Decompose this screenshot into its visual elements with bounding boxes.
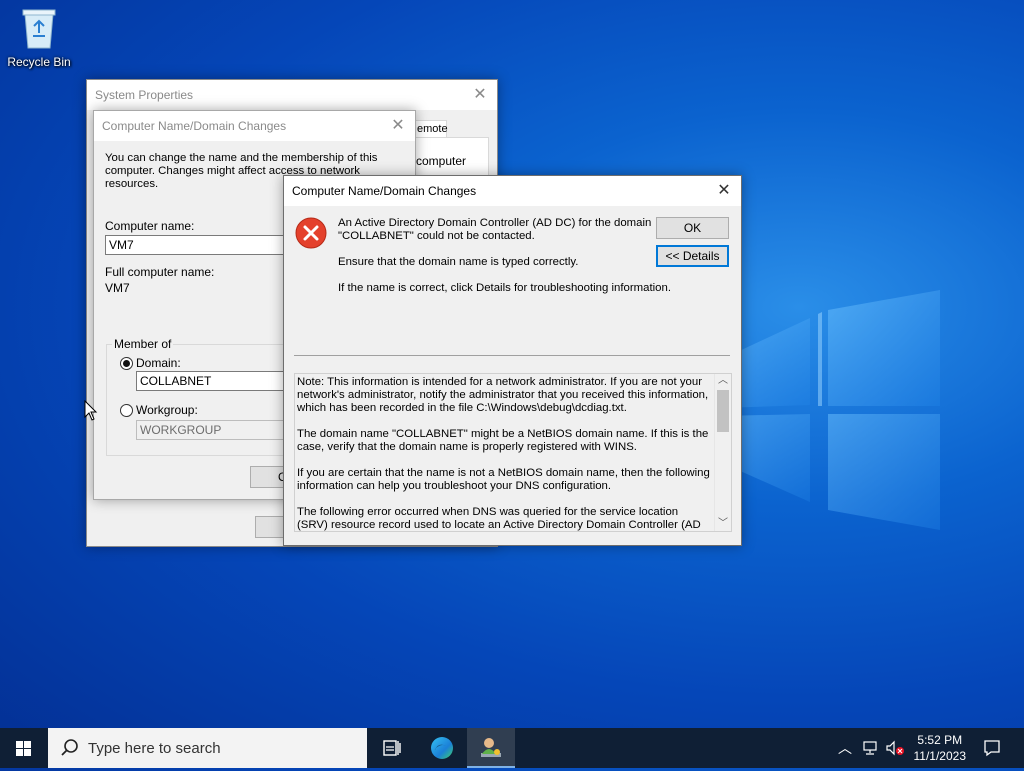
error-icon (295, 217, 327, 249)
notification-center-icon[interactable] (982, 738, 1002, 758)
system-properties-title: System Properties (95, 88, 194, 102)
system-properties-close-icon[interactable]: ✕ (469, 84, 491, 106)
system-properties-titlebar[interactable]: System Properties ✕ (87, 80, 497, 110)
workgroup-label: Workgroup: (136, 403, 198, 417)
tab-remote-label: emote (417, 123, 448, 135)
mouse-cursor-icon (84, 400, 98, 421)
details-toggle-button[interactable]: << Details (656, 245, 729, 267)
recycle-bin-label: Recycle Bin (7, 55, 71, 69)
domain-radio[interactable] (120, 357, 133, 370)
computer-name-input[interactable]: VM7 (105, 235, 290, 255)
workgroup-input: WORKGROUP (136, 420, 286, 440)
ok-button-label: OK (683, 221, 702, 235)
windows-start-icon (16, 741, 31, 756)
error-message-line2: "COLLABNET" could not be contacted. (338, 230, 535, 242)
details-paragraph: The following error occurred when DNS wa… (297, 506, 701, 531)
error-dialog-title: Computer Name/Domain Changes (292, 184, 477, 198)
clock-date: 11/1/2023 (913, 749, 967, 763)
member-of-label: Member of (112, 337, 174, 351)
task-view-button[interactable] (368, 728, 416, 768)
recycle-bin-icon (22, 9, 56, 49)
tab-remote[interactable]: emote (415, 120, 448, 138)
name-changes-titlebar[interactable]: Computer Name/Domain Changes ✕ (94, 111, 415, 141)
tab-content-area: computer (415, 137, 489, 177)
details-paragraph: If you are certain that the name is not … (297, 467, 710, 492)
error-message-line1: An Active Directory Domain Controller (A… (338, 217, 652, 229)
volume-muted-icon[interactable] (885, 739, 905, 757)
taskbar: Type here to search ︿ 5:52 PM 11/1/2023 (0, 728, 1024, 768)
recycle-bin-desktop-icon[interactable]: Recycle Bin (4, 6, 74, 69)
taskbar-search-box[interactable]: Type here to search (48, 728, 367, 768)
scrollbar-thumb[interactable] (717, 390, 729, 432)
details-text-area[interactable]: Note: This information is intended for a… (294, 373, 732, 532)
edge-taskbar-button[interactable] (418, 728, 466, 768)
tab-content-partial-text: computer (416, 154, 467, 168)
error-message-details: If the name is correct, click Details fo… (338, 282, 672, 294)
domain-label: Domain: (136, 356, 181, 370)
workgroup-radio[interactable] (120, 404, 133, 417)
name-changes-title: Computer Name/Domain Changes (102, 119, 287, 133)
error-dialog-close-icon[interactable]: ✕ (713, 180, 735, 202)
separator-line (294, 355, 730, 356)
system-properties-taskbar-button[interactable] (467, 728, 515, 768)
domain-input[interactable]: COLLABNET (136, 371, 286, 391)
clock-time: 5:52 PM (917, 733, 963, 747)
computer-name-label: Computer name: (105, 219, 195, 233)
search-placeholder: Type here to search (88, 740, 221, 757)
edge-browser-icon (431, 737, 453, 759)
details-scrollbar[interactable]: ︿ ﹀ (714, 374, 731, 531)
name-changes-close-icon[interactable]: ✕ (387, 115, 409, 137)
taskbar-clock[interactable]: 5:52 PM 11/1/2023 (914, 732, 967, 764)
error-dialog-titlebar[interactable]: Computer Name/Domain Changes ✕ (284, 176, 741, 206)
windows-logo-wallpaper (720, 290, 940, 530)
details-toggle-label: << Details (665, 249, 720, 263)
full-computer-name-value: VM7 (105, 281, 130, 295)
full-computer-name-label: Full computer name: (105, 265, 215, 279)
ok-button[interactable]: OK (656, 217, 729, 239)
task-view-icon (383, 740, 401, 756)
details-paragraph: Note: This information is intended for a… (297, 376, 709, 414)
scroll-down-icon[interactable]: ﹀ (715, 517, 731, 531)
network-icon[interactable] (861, 739, 879, 757)
search-icon (61, 739, 78, 756)
error-message-ensure: Ensure that the domain name is typed cor… (338, 256, 579, 268)
system-properties-button-partial[interactable] (255, 516, 285, 538)
details-paragraph: The domain name "COLLABNET" might be a N… (297, 428, 709, 453)
scroll-up-icon[interactable]: ︿ (715, 374, 731, 388)
error-dialog[interactable]: Computer Name/Domain Changes ✕ An Active… (283, 175, 742, 546)
system-properties-app-icon (481, 738, 501, 757)
show-hidden-icons-chevron-icon[interactable]: ︿ (838, 738, 852, 758)
start-button[interactable] (0, 728, 48, 768)
